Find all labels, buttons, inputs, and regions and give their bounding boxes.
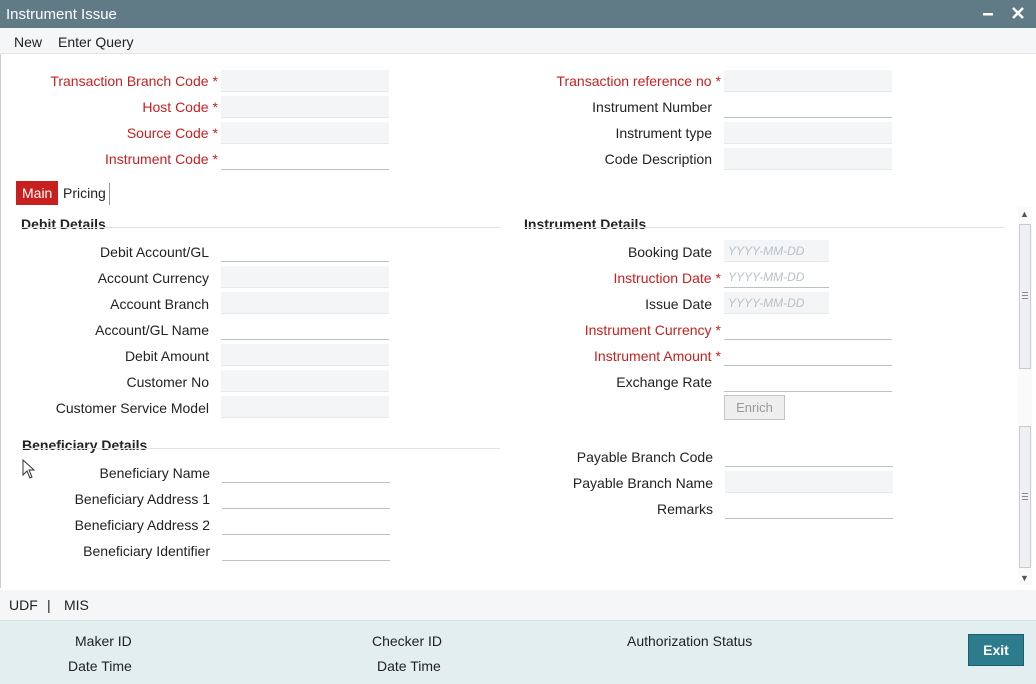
tab-divider — [109, 183, 110, 205]
source-code-field[interactable] — [221, 122, 389, 144]
menu-bar: New Enter Query — [0, 28, 1036, 54]
account-name-label: Account/GL Name — [95, 322, 209, 338]
debit-details-divider — [21, 227, 500, 228]
instrument-type-label: Instrument type — [615, 125, 713, 141]
account-currency-label: Account Currency — [97, 270, 209, 286]
checker-id-label: Checker ID — [372, 633, 443, 649]
beneficiary-address1-label: Beneficiary Address 1 — [74, 491, 210, 507]
payable-branch-code-label: Payable Branch Code — [576, 449, 713, 465]
remarks-field[interactable] — [725, 497, 893, 519]
maker-date-time-label: Date Time — [68, 658, 132, 674]
beneficiary-address2-label: Beneficiary Address 2 — [74, 517, 210, 533]
debit-account-label: Debit Account/GL — [100, 244, 209, 260]
authorization-status-label: Authorization Status — [627, 633, 753, 649]
beneficiary-details-heading: Beneficiary Details — [22, 437, 148, 453]
txn-branch-code-label: Transaction Branch Code * — [50, 73, 218, 89]
window-titlebar: Instrument Issue — [0, 0, 1036, 28]
remarks-label: Remarks — [656, 501, 713, 517]
account-branch-label: Account Branch — [110, 296, 209, 312]
checker-date-time-label: Date Time — [377, 658, 441, 674]
customer-no-field[interactable] — [221, 370, 389, 392]
beneficiary-details-divider — [22, 448, 500, 449]
source-code-label: Source Code * — [126, 125, 218, 141]
instrument-currency-field[interactable] — [724, 318, 892, 340]
instrument-details-divider — [524, 227, 1004, 228]
subsystem-links-bar: UDF | MIS — [0, 590, 1036, 620]
customer-no-label: Customer No — [126, 374, 209, 390]
close-icon[interactable] — [1008, 3, 1028, 23]
instrument-number-label: Instrument Number — [592, 99, 712, 115]
code-description-label: Code Description — [604, 151, 712, 167]
payable-branch-name-label: Payable Branch Name — [572, 475, 713, 491]
debit-amount-label: Debit Amount — [124, 348, 209, 364]
payable-branch-code-field[interactable] — [725, 445, 893, 467]
instrument-amount-label: Instrument Amount * — [594, 348, 721, 364]
host-code-label: Host Code * — [142, 99, 218, 115]
mis-link[interactable]: MIS — [64, 597, 89, 613]
instrument-number-field[interactable] — [724, 96, 892, 118]
link-separator: | — [47, 597, 51, 613]
instrument-currency-label: Instrument Currency * — [584, 322, 721, 338]
customer-service-model-field[interactable] — [221, 396, 389, 418]
instruction-date-label: Instruction Date * — [613, 270, 721, 286]
enrich-button[interactable]: Enrich — [724, 395, 785, 420]
window-title: Instrument Issue — [6, 6, 117, 23]
exchange-rate-label: Exchange Rate — [616, 374, 712, 390]
payable-branch-name-field[interactable] — [725, 471, 893, 493]
booking-date-label: Booking Date — [627, 244, 712, 260]
new-menu-item[interactable]: New — [14, 34, 42, 50]
audit-bar — [0, 620, 1036, 684]
account-name-field[interactable] — [221, 318, 389, 340]
enter-query-menu-item[interactable]: Enter Query — [58, 34, 133, 50]
debit-account-field[interactable] — [221, 240, 389, 262]
debit-details-heading: Debit Details — [21, 216, 106, 232]
beneficiary-identifier-label: Beneficiary Identifier — [83, 543, 210, 559]
txn-ref-no-label: Transaction reference no * — [556, 73, 721, 89]
maker-id-label: Maker ID — [75, 633, 132, 649]
instrument-amount-field[interactable] — [724, 344, 892, 366]
upper-grip-icon — [1022, 292, 1028, 299]
beneficiary-name-field[interactable] — [222, 461, 390, 483]
beneficiary-name-label: Beneficiary Name — [99, 465, 211, 481]
beneficiary-identifier-field[interactable] — [222, 539, 390, 561]
account-branch-field[interactable] — [221, 292, 389, 314]
instrument-details-heading: Instrument Details — [524, 216, 647, 232]
instrument-code-field[interactable] — [221, 148, 389, 170]
customer-service-model-label: Customer Service Model — [55, 400, 209, 416]
issue-date-label: Issue Date — [645, 296, 712, 312]
exchange-rate-field[interactable] — [724, 370, 892, 392]
tab-main[interactable]: Main — [16, 181, 59, 205]
minimize-icon[interactable] — [978, 3, 998, 23]
host-code-field[interactable] — [221, 96, 389, 118]
instrument-type-field[interactable] — [724, 122, 892, 144]
beneficiary-address2-field[interactable] — [222, 513, 390, 535]
account-currency-field[interactable] — [221, 266, 389, 288]
txn-ref-no-field[interactable] — [724, 70, 892, 92]
udf-link[interactable]: UDF — [9, 597, 38, 613]
lower-grip-icon — [1022, 493, 1028, 500]
scroll-up-icon[interactable]: ▲ — [1020, 209, 1029, 219]
exit-button[interactable]: Exit — [968, 634, 1024, 666]
debit-amount-field[interactable] — [221, 344, 389, 366]
issue-date-field[interactable] — [724, 292, 829, 314]
txn-branch-code-field[interactable] — [221, 70, 389, 92]
code-description-field[interactable] — [724, 148, 892, 170]
booking-date-field[interactable] — [724, 240, 829, 262]
instrument-code-label: Instrument Code * — [105, 151, 218, 167]
tab-pricing[interactable]: Pricing — [57, 181, 112, 205]
instruction-date-field[interactable] — [724, 266, 829, 288]
mouse-pointer-icon — [22, 459, 36, 479]
scroll-down-icon[interactable]: ▼ — [1020, 573, 1029, 583]
beneficiary-address1-field[interactable] — [222, 487, 390, 509]
